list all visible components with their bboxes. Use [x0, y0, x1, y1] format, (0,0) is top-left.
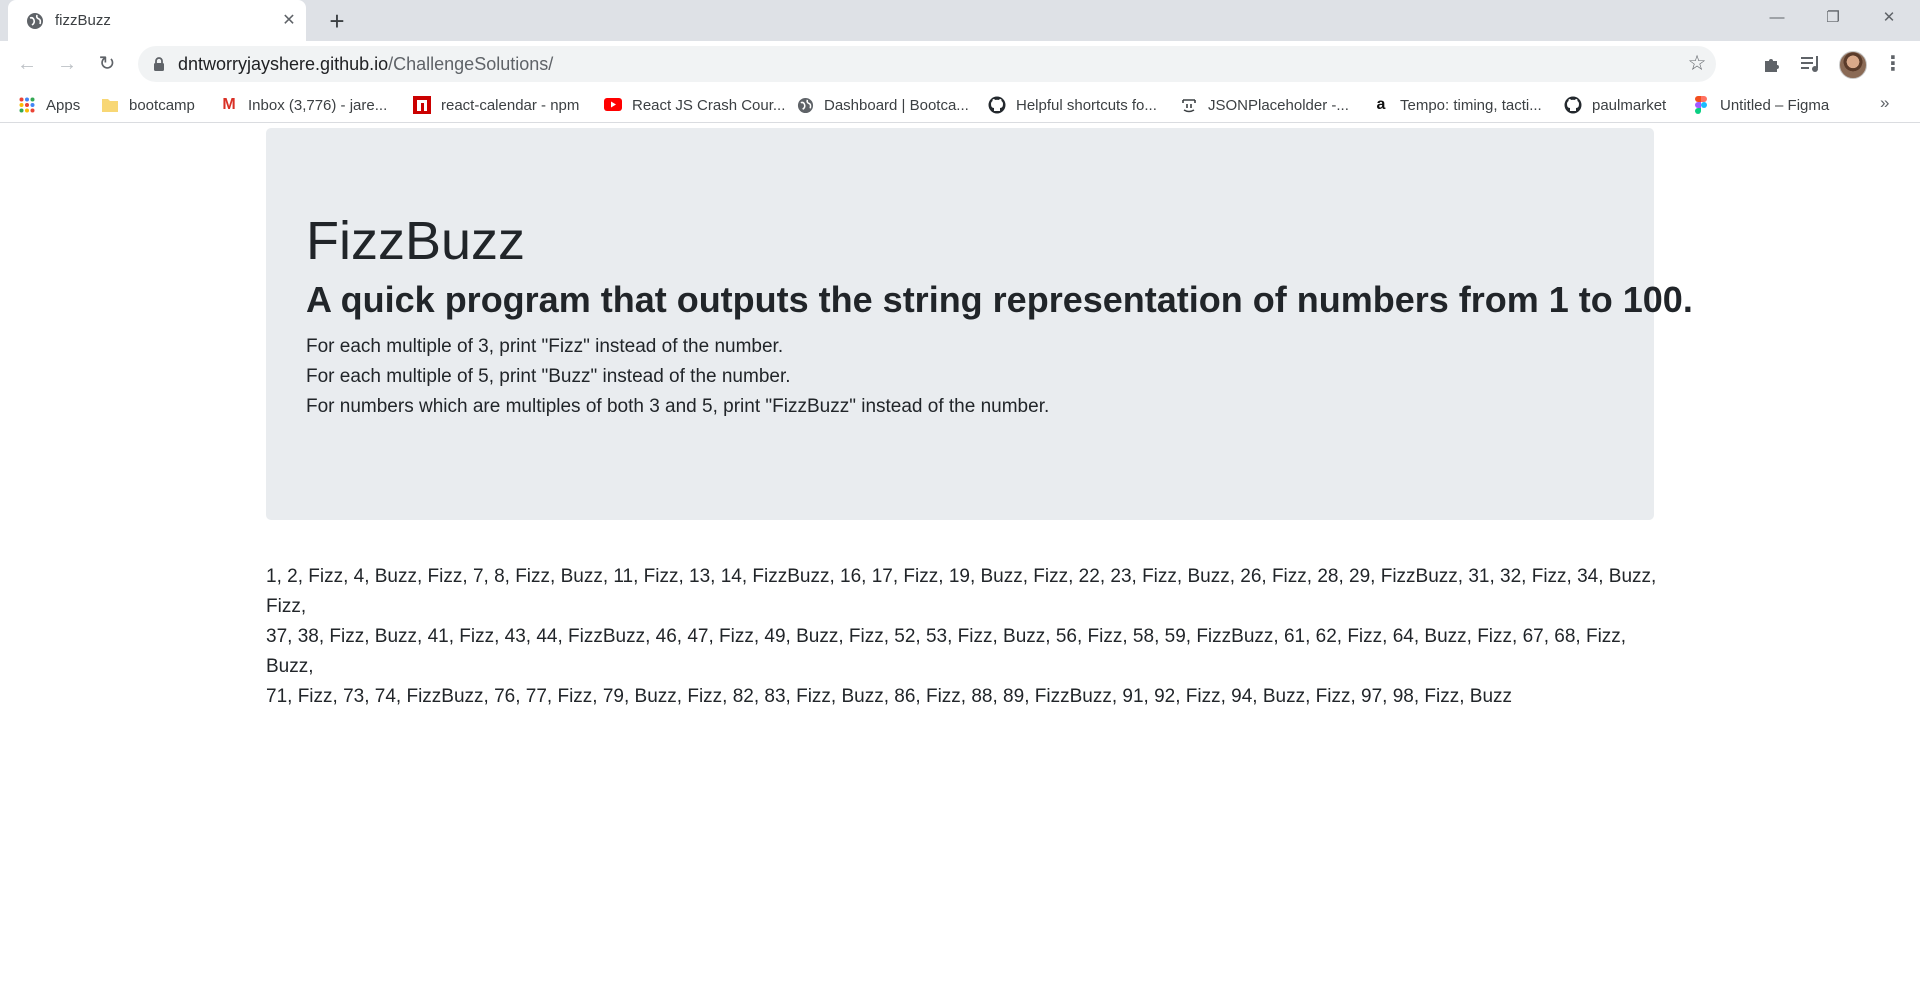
youtube-icon — [604, 96, 622, 114]
figma-icon — [1692, 96, 1710, 114]
bookmark-paulmarket[interactable]: paulmarket — [1564, 95, 1666, 115]
bookmark-label: Apps — [46, 96, 81, 114]
page-title: FizzBuzz — [306, 211, 526, 271]
fizzbuzz-output: 1, 2, Fizz, 4, Buzz, Fizz, 7, 8, Fizz, B… — [266, 562, 1666, 712]
bookmark-jsonplaceholder[interactable]: JSONPlaceholder -... — [1180, 95, 1349, 115]
forward-button[interactable]: → — [52, 49, 82, 79]
bookmarks-bar: Apps bootcamp M Inbox (3,776) - jare... … — [0, 87, 1920, 123]
folder-icon — [101, 96, 119, 114]
output-line: 1, 2, Fizz, 4, Buzz, Fizz, 7, 8, Fizz, B… — [266, 566, 1657, 617]
bookmark-label: bootcamp — [129, 96, 195, 114]
globe-icon — [796, 96, 814, 114]
reload-button[interactable]: ↻ — [92, 49, 122, 79]
globe-icon — [27, 13, 43, 29]
jsonplaceholder-icon — [1180, 96, 1198, 114]
bookmark-inbox[interactable]: M Inbox (3,776) - jare... — [220, 95, 387, 115]
bookmark-react-crash-course[interactable]: React JS Crash Cour... — [604, 95, 785, 115]
bookmark-label: Inbox (3,776) - jare... — [248, 96, 388, 114]
bookmark-dashboard[interactable]: Dashboard | Bootca... — [796, 95, 969, 115]
url-path: /ChallengeSolutions/ — [388, 54, 554, 74]
bookmark-label: Dashboard | Bootca... — [824, 96, 969, 114]
bookmark-react-calendar[interactable]: react-calendar - npm — [413, 95, 579, 115]
rule-fizz: For each multiple of 3, print "Fizz" ins… — [306, 336, 784, 357]
bookmark-helpful-shortcuts[interactable]: Helpful shortcuts fo... — [988, 95, 1157, 115]
extensions-puzzle-icon[interactable] — [1759, 51, 1785, 77]
jumbotron: FizzBuzz A quick program that outputs th… — [266, 128, 1693, 520]
bookmark-label: Tempo: timing, tacti... — [1400, 96, 1542, 114]
address-bar[interactable]: dntworryjayshere.github.io/ChallengeSolu… — [138, 46, 1716, 82]
github-icon — [988, 96, 1006, 114]
url-host: dntworryjayshere.github.io — [178, 54, 389, 74]
new-tab-button[interactable]: + — [323, 8, 351, 36]
bookmark-tempo[interactable]: a Tempo: timing, tacti... — [1372, 95, 1542, 115]
gmail-icon: M — [222, 96, 236, 113]
bookmark-bootcamp[interactable]: bootcamp — [101, 95, 195, 115]
rule-buzz: For each multiple of 5, print "Buzz" ins… — [306, 366, 791, 387]
bookmark-label: Helpful shortcuts fo... — [1016, 96, 1157, 114]
npm-icon — [413, 96, 431, 114]
media-queue-icon[interactable] — [1798, 51, 1824, 77]
bookmark-label: React JS Crash Cour... — [632, 96, 786, 114]
page-subtitle: A quick program that outputs the string … — [306, 279, 1693, 320]
close-icon[interactable]: ✕ — [279, 11, 299, 31]
tab-title: fizzBuzz — [55, 12, 111, 29]
profile-avatar[interactable] — [1839, 51, 1867, 79]
close-window-button[interactable]: ✕ — [1860, 0, 1918, 36]
output-line: 71, Fizz, 73, 74, FizzBuzz, 76, 77, Fizz… — [266, 686, 1513, 707]
tab-strip: fizzBuzz ✕ + — ❐ ✕ — [0, 0, 1920, 41]
bookmark-figma[interactable]: Untitled – Figma — [1692, 95, 1829, 115]
apps-grid-icon — [18, 96, 36, 114]
bookmark-label: paulmarket — [1592, 96, 1667, 114]
kebab-menu-icon[interactable]: ⋮ — [1880, 51, 1906, 77]
output-line: 37, 38, Fizz, Buzz, 41, Fizz, 43, 44, Fi… — [266, 626, 1627, 677]
github-icon — [1564, 96, 1582, 114]
bookmark-star-icon[interactable]: ☆ — [1686, 53, 1708, 75]
bookmark-label: Untitled – Figma — [1720, 96, 1830, 114]
bookmarks-overflow-chevron-icon[interactable]: » — [1880, 93, 1889, 113]
url-text[interactable]: dntworryjayshere.github.io/ChallengeSolu… — [178, 54, 553, 74]
bookmark-apps[interactable]: Apps — [18, 95, 80, 115]
restore-button[interactable]: ❐ — [1804, 0, 1862, 36]
bookmark-label: react-calendar - npm — [441, 96, 580, 114]
bookmark-label: JSONPlaceholder -... — [1208, 96, 1349, 114]
lock-icon[interactable] — [151, 56, 167, 72]
back-button[interactable]: ← — [12, 49, 42, 79]
tab-fizzbuzz[interactable]: fizzBuzz ✕ — [8, 0, 306, 41]
browser-toolbar: ← → ↻ dntworryjayshere.github.io/Challen… — [0, 41, 1920, 87]
rule-fizzbuzz: For numbers which are multiples of both … — [306, 396, 1050, 417]
amazon-icon: a — [1376, 96, 1386, 113]
minimize-button[interactable]: — — [1748, 0, 1806, 36]
